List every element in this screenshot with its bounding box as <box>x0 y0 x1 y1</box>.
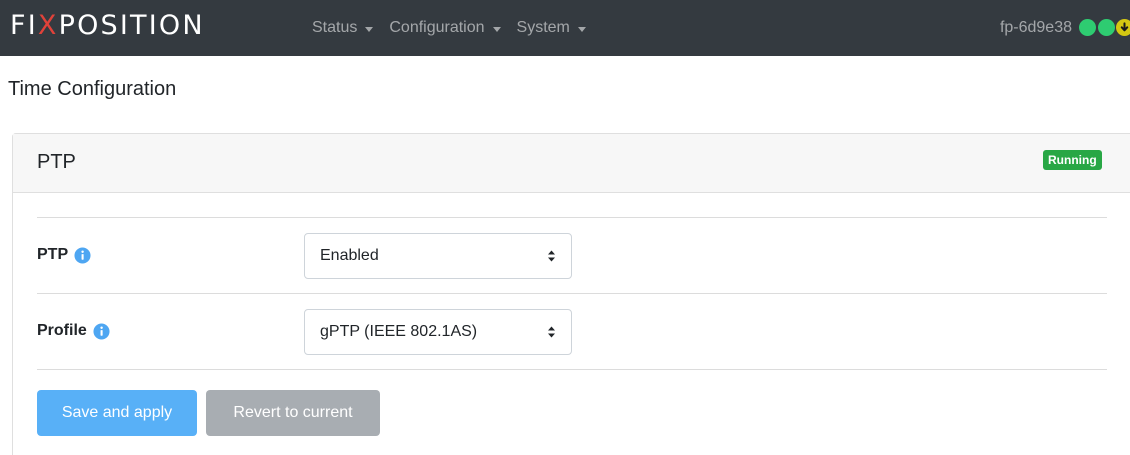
ptp-select-value: Enabled <box>320 247 379 264</box>
card-title: PTP <box>37 151 76 173</box>
nav-configuration-label: Configuration <box>389 19 485 36</box>
ptp-select[interactable]: Enabled <box>304 233 572 279</box>
nav-configuration-dropdown[interactable]: Configuration <box>389 19 501 37</box>
profile-select-value: gPTP (IEEE 802.1AS) <box>320 323 478 340</box>
nav-system-dropdown[interactable]: System <box>517 19 586 37</box>
brand-logo-part1: FI <box>10 10 38 41</box>
info-icon[interactable] <box>93 322 110 340</box>
nav-menu: Status Configuration System <box>312 0 602 56</box>
top-navbar: FIXPOSITION Status Configuration System … <box>0 0 1130 56</box>
arrow-down-icon <box>1120 22 1129 32</box>
card-header: PTP Running <box>13 134 1130 193</box>
hostname-label: fp-6d9e38 <box>999 19 1072 36</box>
nav-status-label: Status <box>312 19 358 36</box>
nav-system-label: System <box>516 19 570 36</box>
save-and-apply-button[interactable]: Save and apply <box>37 390 197 436</box>
caret-down-icon <box>577 26 586 32</box>
select-arrows-icon <box>548 326 555 338</box>
brand-logo[interactable]: FIXPOSITION <box>10 10 205 42</box>
divider <box>37 369 1107 370</box>
page-title: Time Configuration <box>8 78 177 100</box>
download-status-icon[interactable] <box>1116 19 1130 36</box>
revert-to-current-button[interactable]: Revert to current <box>206 390 380 436</box>
divider <box>37 293 1107 294</box>
ptp-label-text: PTP <box>37 246 69 263</box>
status-indicator-1 <box>1079 19 1096 36</box>
brand-logo-part2: POSITION <box>58 10 205 41</box>
caret-down-icon <box>492 26 501 32</box>
profile-select[interactable]: gPTP (IEEE 802.1AS) <box>304 309 572 355</box>
status-indicator-2 <box>1098 19 1115 36</box>
ptp-card: PTP Running PTP Enabled Profile gPTP (IE… <box>12 133 1130 455</box>
profile-label-text: Profile <box>37 322 87 339</box>
select-arrows-icon <box>548 250 555 262</box>
ptp-label: PTP <box>37 246 91 264</box>
caret-down-icon <box>365 26 374 32</box>
status-badge: Running <box>1043 150 1102 170</box>
divider <box>37 217 1107 218</box>
info-icon[interactable] <box>74 246 91 264</box>
brand-logo-x: X <box>37 10 59 41</box>
profile-label: Profile <box>37 322 110 340</box>
nav-status-dropdown[interactable]: Status <box>312 19 374 37</box>
